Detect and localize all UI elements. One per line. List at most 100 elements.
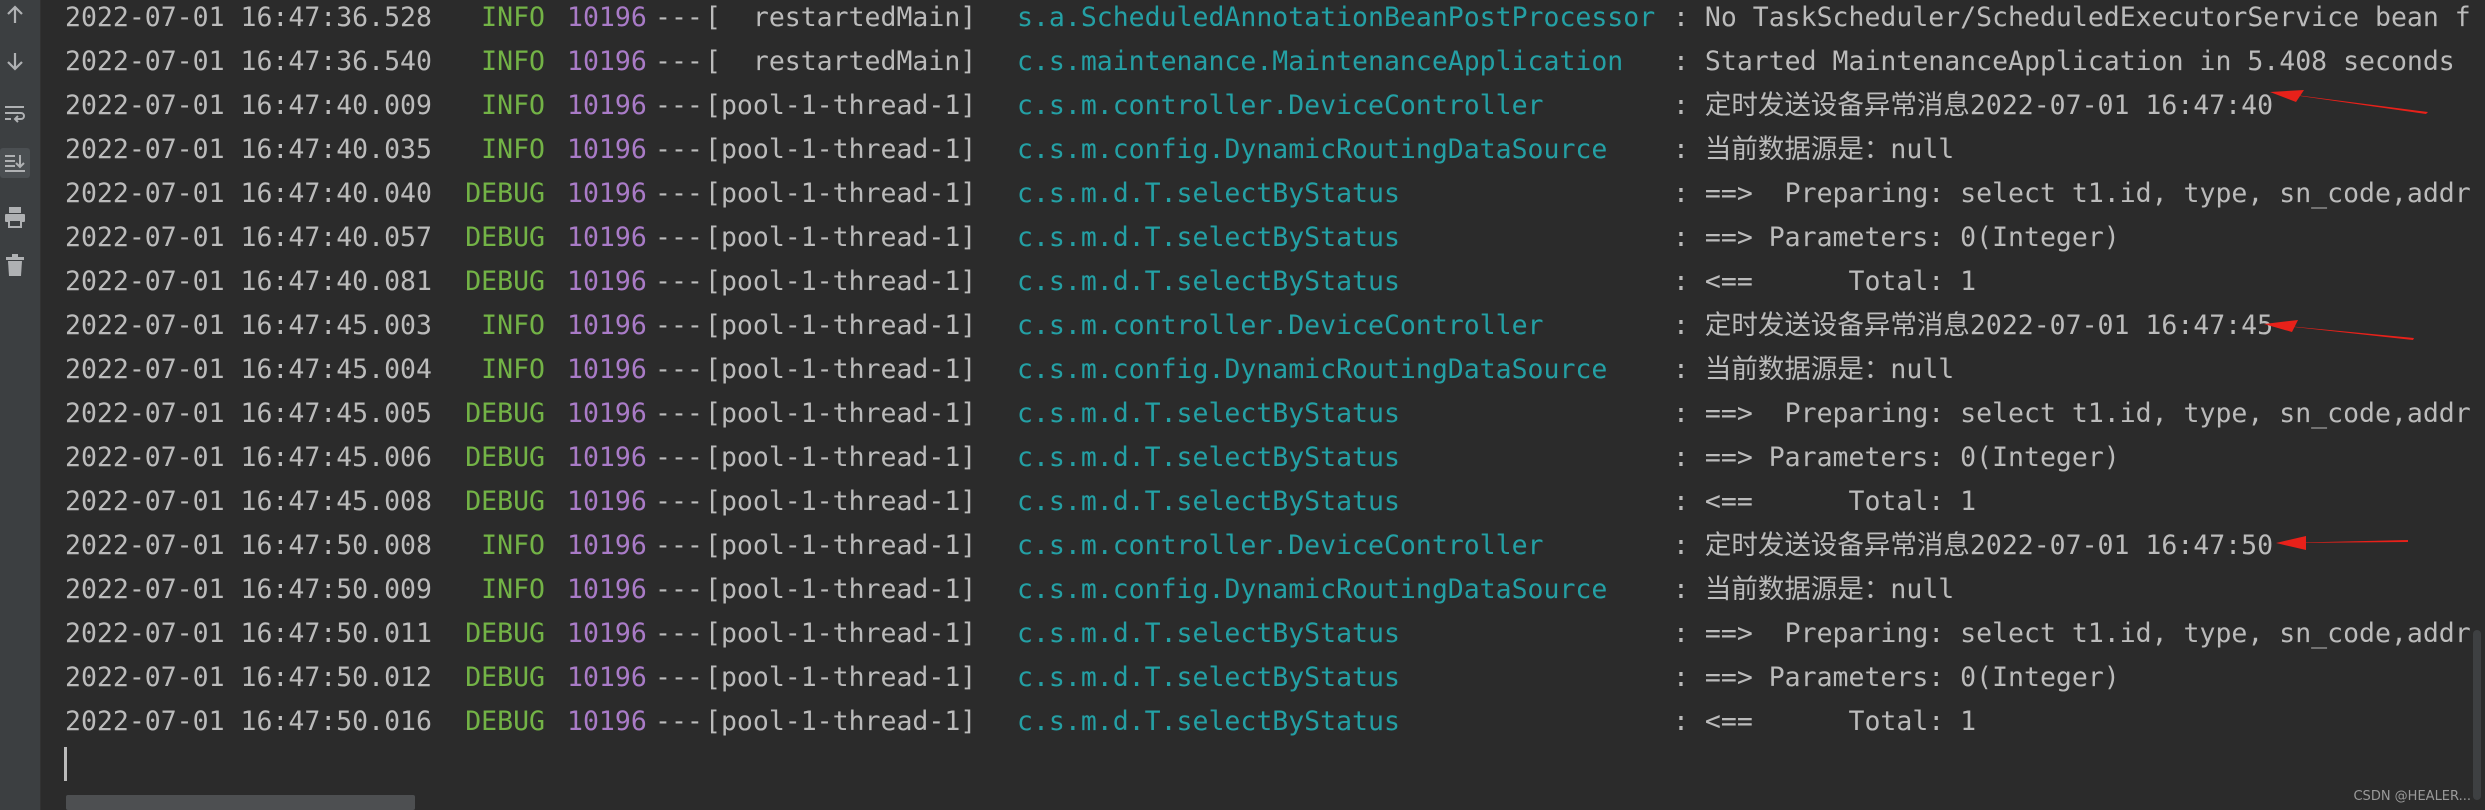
log-separator: ---	[655, 574, 703, 605]
down-arrow-icon[interactable]	[0, 46, 30, 76]
log-thread: [pool-1-thread-1]	[705, 662, 977, 693]
log-pid: 10196	[567, 706, 647, 737]
log-logger: c.s.m.controller.DeviceController	[1017, 90, 1544, 121]
soft-wrap-icon[interactable]	[0, 98, 30, 128]
log-message: : 当前数据源是：null	[1673, 354, 1955, 385]
log-pid: 10196	[567, 354, 647, 385]
log-separator: ---	[655, 266, 703, 297]
log-logger: c.s.m.d.T.selectByStatus	[1017, 442, 1400, 473]
log-timestamp: 2022-07-01 16:47:50.016	[65, 706, 432, 737]
log-pid: 10196	[567, 46, 647, 77]
log-message: : ==> Parameters: 0(Integer)	[1673, 442, 2120, 473]
log-pid: 10196	[567, 266, 647, 297]
log-logger: c.s.m.config.DynamicRoutingDataSource	[1017, 134, 1608, 165]
log-level: INFO	[481, 310, 545, 341]
log-separator: ---	[655, 222, 703, 253]
log-thread: [pool-1-thread-1]	[705, 442, 977, 473]
log-separator: ---	[655, 662, 703, 693]
log-thread: [pool-1-thread-1]	[705, 354, 977, 385]
log-message: : <== Total: 1	[1673, 486, 1977, 517]
log-logger: c.s.m.d.T.selectByStatus	[1017, 706, 1400, 737]
trash-icon[interactable]	[0, 250, 30, 280]
log-timestamp: 2022-07-01 16:47:40.035	[65, 134, 432, 165]
log-timestamp: 2022-07-01 16:47:40.081	[65, 266, 432, 297]
log-pid: 10196	[567, 134, 647, 165]
log-timestamp: 2022-07-01 16:47:50.012	[65, 662, 432, 693]
print-icon[interactable]	[0, 202, 30, 232]
text-caret	[64, 747, 67, 781]
log-pid: 10196	[567, 574, 647, 605]
log-timestamp: 2022-07-01 16:47:36.528	[65, 2, 432, 33]
log-logger: c.s.m.config.DynamicRoutingDataSource	[1017, 354, 1608, 385]
log-pid: 10196	[567, 486, 647, 517]
log-message: : 定时发送设备异常消息2022-07-01 16:47:40	[1673, 90, 2274, 121]
log-logger: c.s.m.d.T.selectByStatus	[1017, 178, 1400, 209]
log-message: : ==> Preparing: select t1.id, type, sn_…	[1673, 178, 2471, 209]
console-window: 2022-07-01 16:47:36.528 INFO 10196 ---[ res…	[0, 0, 2485, 810]
log-logger: s.a.ScheduledAnnotationBeanPostProcessor	[1017, 2, 1656, 33]
log-message: : ==> Preparing: select t1.id, type, sn_…	[1673, 618, 2471, 649]
log-separator: ---	[655, 2, 703, 33]
vertical-scrollbar[interactable]	[2473, 630, 2481, 800]
log-timestamp: 2022-07-01 16:47:50.011	[65, 618, 432, 649]
log-level: INFO	[481, 574, 545, 605]
log-message: : No TaskScheduler/ScheduledExecutorServ…	[1673, 2, 2471, 33]
log-message: : Started MaintenanceApplication in 5.40…	[1673, 46, 2471, 77]
log-thread: [pool-1-thread-1]	[705, 134, 977, 165]
up-arrow-icon[interactable]	[0, 0, 30, 30]
log-pid: 10196	[567, 618, 647, 649]
log-pid: 10196	[567, 222, 647, 253]
log-message: : <== Total: 1	[1673, 706, 1977, 737]
log-pid: 10196	[567, 90, 647, 121]
log-logger: c.s.m.d.T.selectByStatus	[1017, 486, 1400, 517]
log-separator: ---	[655, 310, 703, 341]
log-timestamp: 2022-07-01 16:47:45.005	[65, 398, 432, 429]
console-output[interactable]: 2022-07-01 16:47:36.528 INFO 10196 ---[ res…	[41, 0, 2471, 810]
log-thread: [pool-1-thread-1]	[705, 90, 977, 121]
log-message: : 定时发送设备异常消息2022-07-01 16:47:50	[1673, 530, 2274, 561]
log-message: : ==> Parameters: 0(Integer)	[1673, 662, 2120, 693]
log-logger: c.s.m.controller.DeviceController	[1017, 310, 1544, 341]
log-pid: 10196	[567, 530, 647, 561]
log-separator: ---	[655, 90, 703, 121]
log-timestamp: 2022-07-01 16:47:50.009	[65, 574, 432, 605]
log-level: INFO	[481, 354, 545, 385]
annotation-arrow-1	[2270, 90, 2428, 114]
log-level: INFO	[481, 134, 545, 165]
log-thread: [pool-1-thread-1]	[705, 706, 977, 737]
log-pid: 10196	[567, 178, 647, 209]
log-timestamp: 2022-07-01 16:47:45.008	[65, 486, 432, 517]
log-logger: c.s.m.d.T.selectByStatus	[1017, 222, 1400, 253]
log-logger: c.s.m.controller.DeviceController	[1017, 530, 1544, 561]
log-logger: c.s.m.d.T.selectByStatus	[1017, 398, 1400, 429]
log-message: : 定时发送设备异常消息2022-07-01 16:47:45	[1673, 310, 2274, 341]
log-thread: [pool-1-thread-1]	[705, 178, 977, 209]
log-message: : ==> Preparing: select t1.id, type, sn_…	[1673, 398, 2471, 429]
log-separator: ---	[655, 618, 703, 649]
log-logger: c.s.maintenance.MaintenanceApplication	[1017, 46, 1624, 77]
console-toolbar	[0, 0, 41, 810]
log-message: : ==> Parameters: 0(Integer)	[1673, 222, 2120, 253]
log-pid: 10196	[567, 442, 647, 473]
log-timestamp: 2022-07-01 16:47:36.540	[65, 46, 432, 77]
log-separator: ---	[655, 486, 703, 517]
log-separator: ---	[655, 442, 703, 473]
log-thread: [pool-1-thread-1]	[705, 398, 977, 429]
log-timestamp: 2022-07-01 16:47:45.004	[65, 354, 432, 385]
log-thread: [ restartedMain]	[705, 46, 977, 77]
log-separator: ---	[655, 398, 703, 429]
log-thread: [ restartedMain]	[705, 2, 977, 33]
log-level: DEBUG	[465, 662, 545, 693]
scroll-to-end-icon[interactable]	[0, 148, 30, 178]
log-thread: [pool-1-thread-1]	[705, 266, 977, 297]
log-level: DEBUG	[465, 398, 545, 429]
log-level: DEBUG	[465, 486, 545, 517]
log-separator: ---	[655, 46, 703, 77]
log-level: DEBUG	[465, 442, 545, 473]
horizontal-scrollbar[interactable]	[66, 795, 415, 810]
log-thread: [pool-1-thread-1]	[705, 574, 977, 605]
log-separator: ---	[655, 530, 703, 561]
log-level: DEBUG	[465, 618, 545, 649]
log-pid: 10196	[567, 398, 647, 429]
annotation-arrow-3	[2276, 536, 2408, 550]
